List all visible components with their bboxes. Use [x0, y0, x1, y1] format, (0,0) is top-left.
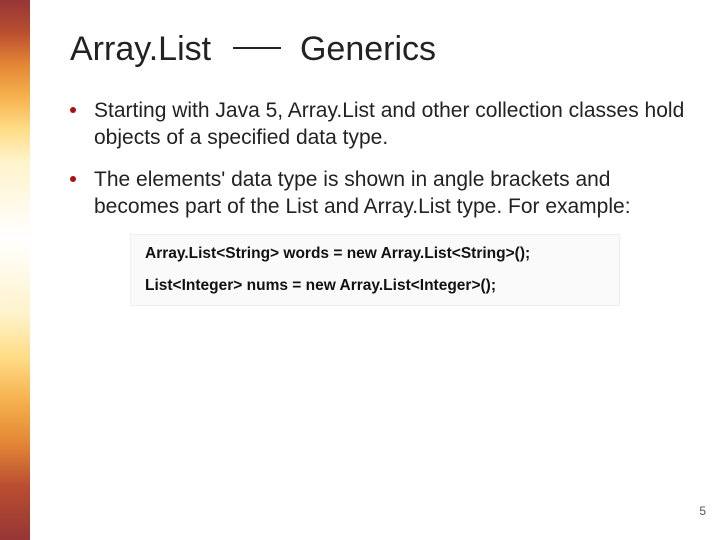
code-line: Array.List<String> words = new Array.Lis… [145, 245, 605, 263]
em-dash-icon [233, 47, 281, 49]
bullet-text: The elements' data type is shown in angl… [94, 166, 690, 221]
slide-title: Array.List Generics [70, 30, 690, 69]
bullet-icon [70, 107, 76, 113]
list-item: The elements' data type is shown in angl… [70, 166, 690, 221]
bullet-icon [70, 176, 76, 182]
page-number: 5 [699, 504, 706, 518]
title-part-2: Generics [300, 30, 436, 68]
bullet-text: Starting with Java 5, Array.List and oth… [94, 97, 690, 152]
list-item: Starting with Java 5, Array.List and oth… [70, 97, 690, 152]
code-example-block: Array.List<String> words = new Array.Lis… [130, 234, 620, 306]
slide-content: Array.List Generics Starting with Java 5… [70, 30, 690, 306]
bullet-list: Starting with Java 5, Array.List and oth… [70, 97, 690, 220]
code-line: List<Integer> nums = new Array.List<Inte… [145, 277, 605, 295]
accent-bar [0, 0, 30, 540]
title-part-1: Array.List [70, 30, 211, 68]
